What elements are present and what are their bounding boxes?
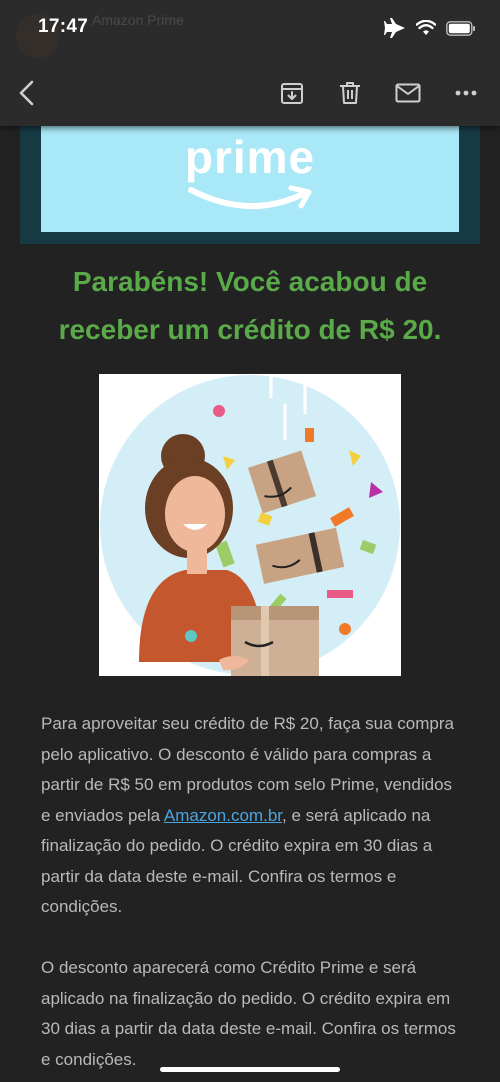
back-icon	[19, 80, 34, 106]
airplane-icon	[384, 18, 405, 38]
archive-icon	[281, 83, 303, 104]
mark-unread-button[interactable]	[391, 76, 425, 110]
amazon-smile-icon	[188, 185, 312, 210]
top-chrome: Amazon Prime 17:47	[0, 0, 500, 126]
amazon-link[interactable]: Amazon.com.br	[164, 806, 282, 825]
status-time: 17:47	[38, 16, 89, 37]
more-button[interactable]	[449, 76, 483, 110]
more-icon	[455, 90, 477, 96]
wifi-icon	[416, 20, 436, 35]
mark-unread-icon	[395, 83, 421, 103]
prime-logo-text: prime	[184, 131, 316, 183]
body-paragraph-2: O desconto aparecerá como Crédito Prime …	[41, 958, 456, 1069]
status-bar: Amazon Prime 17:47	[0, 0, 500, 62]
headline: Parabéns! Você acabou de receber um créd…	[58, 266, 442, 345]
email-content: prime Parabéns! Você acabou de receber u…	[0, 0, 500, 1082]
email-toolbar	[0, 66, 500, 120]
prime-illustration	[99, 374, 401, 676]
archive-button[interactable]	[275, 76, 309, 110]
battery-icon	[446, 20, 475, 36]
delete-button[interactable]	[333, 76, 367, 110]
body-paragraph-1: Para aproveitar seu crédito de R$ 20, fa…	[41, 709, 461, 923]
home-indicator[interactable]	[160, 1067, 340, 1072]
confetti	[213, 405, 225, 417]
sender-name: Amazon Prime	[92, 12, 184, 28]
status-icons	[384, 18, 476, 38]
back-button[interactable]	[10, 76, 44, 110]
delete-icon	[340, 82, 360, 104]
